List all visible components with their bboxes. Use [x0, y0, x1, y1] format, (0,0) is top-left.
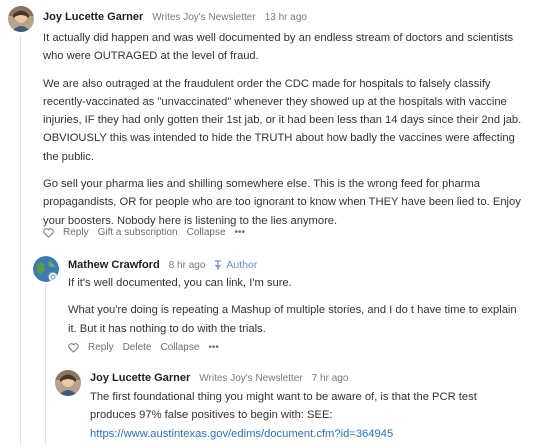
external-link[interactable]: https://www.austintexas.gov/edims/docume… — [90, 428, 393, 440]
author-subtitle[interactable]: Writes Joy's Newsletter — [152, 12, 255, 23]
comment-text: The first foundational thing you might w… — [90, 391, 477, 422]
comment-paragraph: The first foundational thing you might w… — [90, 388, 510, 443]
timestamp[interactable]: 8 hr ago — [169, 260, 206, 271]
person-avatar-icon — [8, 6, 34, 32]
comment-paragraph: Go sell your pharma lies and shilling so… — [43, 178, 521, 227]
comment-body: If it's well documented, you can link, I… — [68, 274, 523, 347]
avatar[interactable] — [55, 370, 81, 396]
comment-paragraph: What you're doing is repeating a Mashup … — [68, 304, 517, 335]
reply-button[interactable]: Reply — [63, 227, 89, 238]
comment: Joy Lucette Garner Writes Joy's Newslett… — [0, 0, 534, 245]
collapse-button[interactable]: Collapse — [160, 342, 199, 353]
comment-body: The first foundational thing you might w… — [90, 388, 510, 443]
collapse-button[interactable]: Collapse — [187, 227, 226, 238]
author-badge: Author — [214, 259, 257, 271]
timestamp[interactable]: 13 hr ago — [265, 12, 307, 23]
timestamp[interactable]: 7 hr ago — [312, 373, 349, 384]
comment-paragraph: We are also outraged at the fraudulent o… — [43, 77, 522, 163]
comment: Mathew Crawford 8 hr ago Author If it's … — [0, 250, 534, 360]
more-options-button[interactable]: ••• — [208, 342, 219, 353]
comment: Joy Lucette Garner Writes Joy's Newslett… — [0, 366, 534, 445]
gift-subscription-button[interactable]: Gift a subscription — [98, 227, 178, 238]
comment-paragraph: It actually did happen and was well docu… — [43, 32, 514, 63]
person-avatar-icon — [55, 370, 81, 396]
author-name[interactable]: Joy Lucette Garner — [43, 11, 143, 23]
pin-icon — [215, 259, 222, 270]
heart-icon[interactable] — [68, 342, 79, 353]
author-subtitle[interactable]: Writes Joy's Newsletter — [199, 373, 302, 384]
reply-button[interactable]: Reply — [88, 342, 114, 353]
avatar[interactable] — [33, 256, 59, 282]
avatar[interactable] — [8, 6, 34, 32]
globe-avatar-icon — [33, 256, 59, 282]
author-name[interactable]: Joy Lucette Garner — [90, 372, 190, 384]
comment-paragraph: If it's well documented, you can link, I… — [68, 277, 292, 289]
more-options-button[interactable]: ••• — [235, 227, 246, 238]
heart-icon[interactable] — [43, 227, 54, 238]
author-badge-label: Author — [226, 259, 258, 271]
delete-button[interactable]: Delete — [123, 342, 152, 353]
comment-body: It actually did happen and was well docu… — [43, 29, 523, 239]
author-name[interactable]: Mathew Crawford — [68, 259, 160, 271]
